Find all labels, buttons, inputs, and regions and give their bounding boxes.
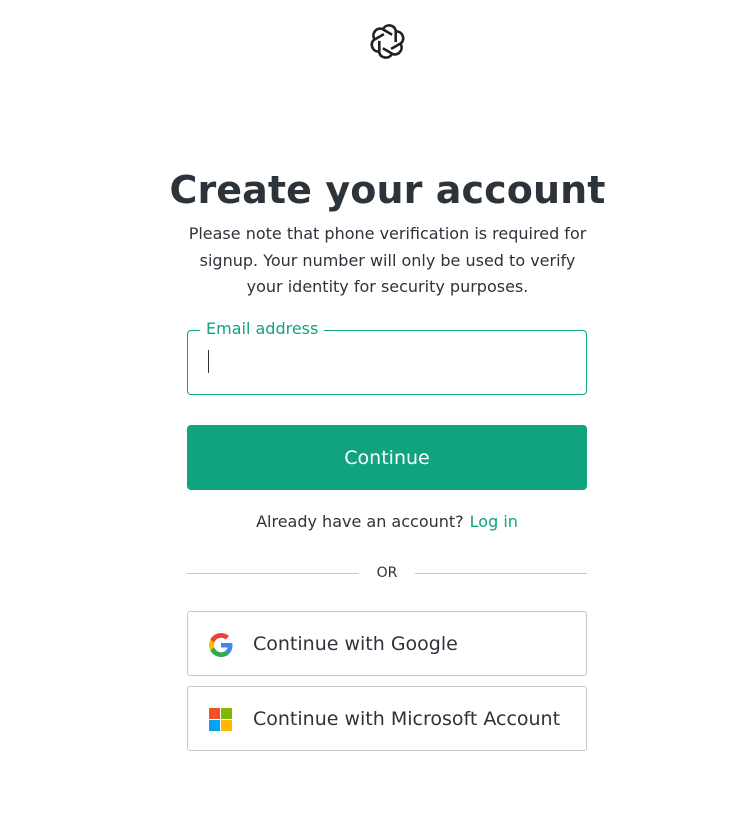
email-input[interactable] [189, 332, 585, 393]
or-divider: OR [187, 563, 587, 583]
google-button-label: Continue with Google [253, 633, 458, 655]
divider-line-right [415, 573, 587, 574]
page-subtitle: Please note that phone verification is r… [188, 224, 587, 296]
login-link[interactable]: Log in [470, 512, 518, 531]
page-title: Create your account [169, 168, 606, 212]
login-prompt-text: Already have an account? [256, 512, 464, 531]
google-icon [209, 633, 233, 657]
microsoft-button-label: Continue with Microsoft Account [253, 708, 561, 730]
login-prompt-row: Already have an account? Log in [187, 511, 587, 533]
microsoft-icon [209, 708, 233, 732]
text-cursor [208, 350, 209, 373]
continue-button[interactable]: Continue [187, 425, 587, 490]
divider-label: OR [376, 565, 398, 581]
divider-line-left [187, 573, 359, 574]
email-field[interactable]: Email address [187, 318, 587, 395]
openai-logo-icon [367, 21, 408, 62]
continue-with-google-button[interactable]: Continue with Google [187, 611, 587, 676]
continue-with-microsoft-button[interactable]: Continue with Microsoft Account [187, 686, 587, 751]
